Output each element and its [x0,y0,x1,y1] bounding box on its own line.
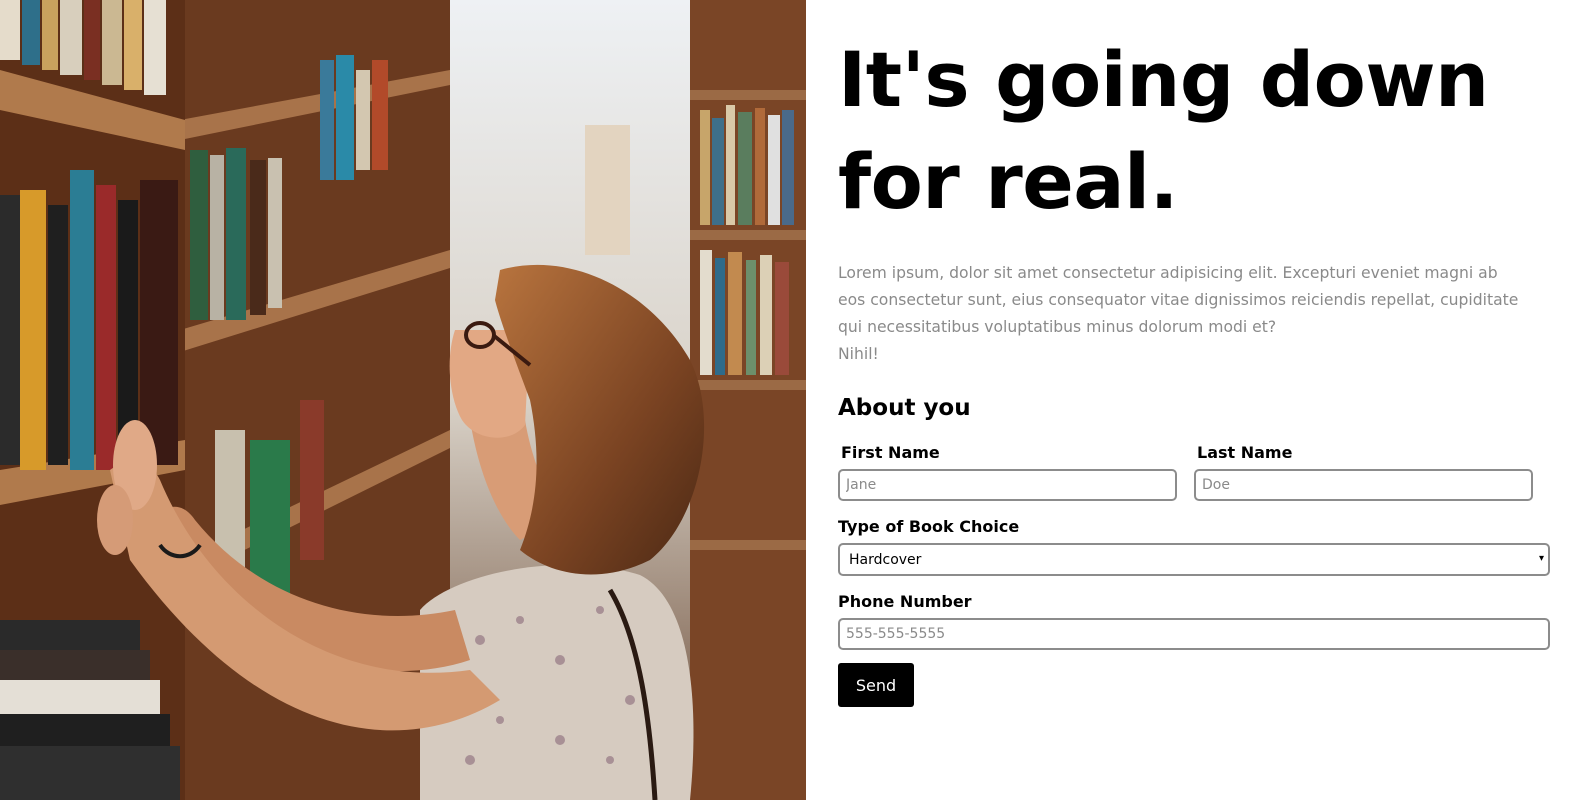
name-row: First Name Last Name [838,443,1550,501]
signup-panel: It's going down for real. Lorem ipsum, d… [838,0,1550,707]
hero-photo [0,0,806,800]
intro-paragraph: Lorem ipsum, dolor sit amet consectetur … [838,264,1519,336]
signup-page: It's going down for real. Lorem ipsum, d… [0,0,1582,800]
phone-input[interactable] [838,618,1550,650]
intro-tail: Nihil! [838,345,879,363]
book-type-label: Type of Book Choice [838,517,1020,536]
book-type-selected-value[interactable]: Hardcover [838,543,1550,576]
first-name-field-group: First Name [838,443,1177,501]
last-name-field-group: Last Name [1194,443,1533,501]
phone-label: Phone Number [838,592,972,611]
last-name-label: Last Name [1197,443,1293,462]
intro-text: Lorem ipsum, dolor sit amet consectetur … [838,260,1528,368]
first-name-input[interactable] [838,469,1177,501]
book-type-field-group: Type of Book Choice Hardcover ▾ [838,517,1550,576]
book-type-select[interactable]: Hardcover ▾ [838,543,1550,576]
send-button[interactable]: Send [838,663,914,707]
about-you-form: First Name Last Name Type of Book Choice… [838,443,1550,707]
library-photo-illustration [0,0,806,800]
chevron-down-icon[interactable]: ▾ [1539,553,1544,564]
last-name-input[interactable] [1194,469,1533,501]
first-name-label: First Name [841,443,940,462]
phone-field-group: Phone Number [838,592,1550,650]
section-title-about-you: About you [838,395,971,421]
page-title: It's going down for real. [838,35,1489,226]
